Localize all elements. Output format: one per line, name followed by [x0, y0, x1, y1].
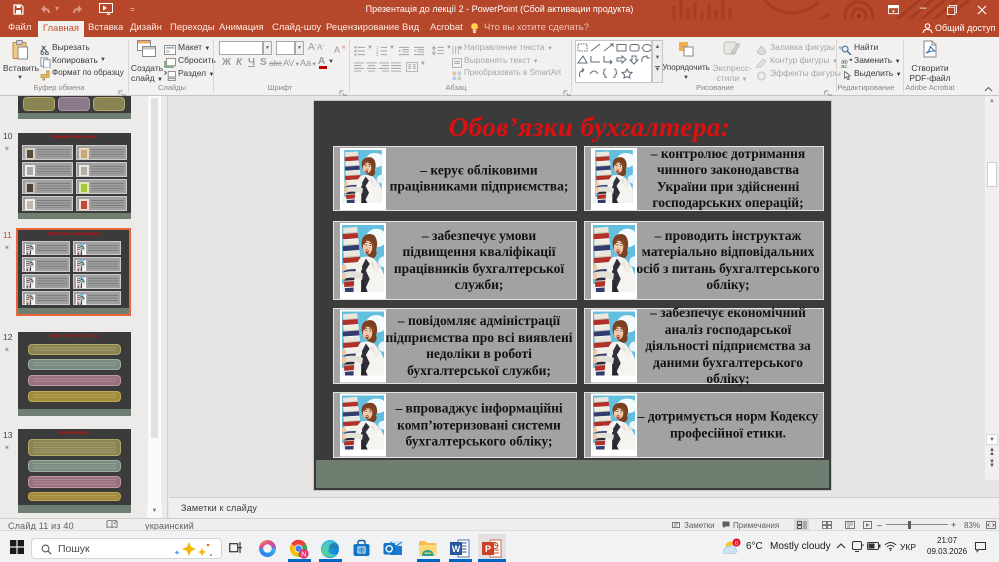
svg-text:А: А	[334, 45, 341, 55]
svg-text:P: P	[485, 544, 491, 554]
svg-text:W: W	[452, 544, 461, 554]
svg-text:N: N	[301, 551, 306, 558]
svg-text:3: 3	[376, 52, 379, 56]
svg-text:0: 0	[735, 541, 738, 547]
